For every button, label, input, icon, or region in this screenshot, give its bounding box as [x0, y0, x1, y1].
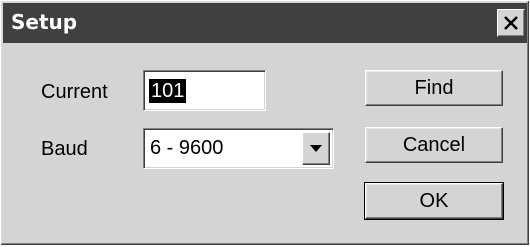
chevron-down-icon [310, 145, 322, 152]
current-value: 101 [149, 79, 187, 103]
close-icon [504, 16, 518, 30]
find-button[interactable]: Find [365, 70, 503, 106]
ok-button[interactable]: OK [364, 182, 504, 220]
baud-dropdown-button[interactable] [302, 132, 330, 165]
setup-dialog: Setup Current 101 Baud 6 - 9600 Find Can… [0, 0, 530, 246]
current-input[interactable]: 101 [143, 70, 266, 111]
title-bar[interactable]: Setup [3, 3, 527, 43]
baud-value: 6 - 9600 [150, 137, 224, 159]
close-button[interactable] [497, 9, 525, 37]
cancel-button[interactable]: Cancel [365, 127, 503, 163]
window-title: Setup [11, 10, 78, 34]
baud-select[interactable]: 6 - 9600 [143, 128, 334, 169]
current-label: Current [41, 81, 108, 103]
baud-label: Baud [41, 138, 88, 160]
